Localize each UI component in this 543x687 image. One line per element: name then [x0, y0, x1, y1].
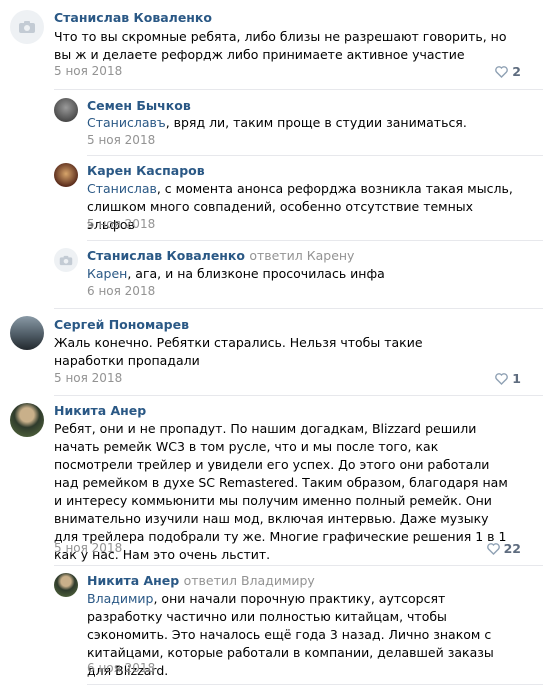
- divider: [87, 240, 543, 241]
- comment-text: Станиславъ, вряд ли, таким проще в студи…: [87, 115, 467, 130]
- heart-icon: [495, 65, 509, 78]
- reply-to-label[interactable]: ответил Владимиру: [184, 573, 315, 588]
- comment-text: Что то вы скромные ребята, либо близы не…: [54, 29, 507, 62]
- author-name[interactable]: Станислав Коваленко: [54, 10, 212, 25]
- reply-to-label[interactable]: ответил Карену: [249, 248, 354, 263]
- heart-icon: [495, 372, 509, 385]
- comment-text: Жаль конечно. Ребятки старались. Нельзя …: [54, 335, 423, 368]
- comment-date[interactable]: 6 ноя 2018: [87, 661, 155, 675]
- like-count: 22: [503, 541, 521, 556]
- mention-link[interactable]: Станиславъ: [87, 115, 166, 130]
- like-button[interactable]: 1: [495, 371, 521, 386]
- like-count: 1: [512, 371, 521, 386]
- avatar[interactable]: [54, 98, 78, 122]
- camera-icon: [59, 255, 73, 265]
- author-name: Станислав Коваленко ответил Карену: [87, 248, 354, 263]
- avatar[interactable]: [10, 316, 44, 350]
- mention-link[interactable]: Владимир: [87, 591, 153, 606]
- camera-icon: [19, 21, 35, 33]
- like-count: 2: [512, 64, 521, 79]
- divider: [54, 395, 543, 396]
- like-button[interactable]: 2: [495, 64, 521, 79]
- comment-date[interactable]: 5 ноя 2018: [54, 64, 122, 78]
- author-link[interactable]: Никита Анер: [87, 573, 179, 588]
- heart-icon: [486, 542, 500, 555]
- comment-date[interactable]: 5 ноя 2018: [54, 371, 122, 385]
- divider: [87, 684, 543, 685]
- comment-text: Ребят, они и не пропадут. По нашим догад…: [54, 421, 508, 562]
- divider: [87, 155, 543, 156]
- mention-link[interactable]: Карен: [87, 266, 127, 281]
- avatar[interactable]: [10, 10, 44, 44]
- mention-link[interactable]: Станислав: [87, 181, 157, 196]
- author-name[interactable]: Никита Анер: [54, 403, 146, 418]
- avatar[interactable]: [54, 163, 78, 187]
- divider: [54, 89, 543, 90]
- comment-date[interactable]: 5 ноя 2018: [54, 541, 122, 555]
- like-button[interactable]: 22: [486, 541, 521, 556]
- avatar[interactable]: [10, 403, 44, 437]
- comment-date[interactable]: 5 ноя 2018: [87, 217, 155, 231]
- comment-date[interactable]: 5 ноя 2018: [87, 133, 155, 147]
- comment-date[interactable]: 6 ноя 2018: [87, 284, 155, 298]
- divider: [54, 308, 543, 309]
- avatar[interactable]: [54, 248, 78, 272]
- author-link[interactable]: Станислав Коваленко: [87, 248, 245, 263]
- comment-text: Карен, ага, и на близконе просочилась ин…: [87, 266, 385, 281]
- author-name[interactable]: Карен Каспаров: [87, 163, 205, 178]
- divider: [54, 565, 543, 566]
- author-name[interactable]: Семен Бычков: [87, 98, 191, 113]
- avatar[interactable]: [54, 573, 78, 597]
- author-name[interactable]: Сергей Пономарев: [54, 317, 189, 332]
- author-name: Никита Анер ответил Владимиру: [87, 573, 315, 588]
